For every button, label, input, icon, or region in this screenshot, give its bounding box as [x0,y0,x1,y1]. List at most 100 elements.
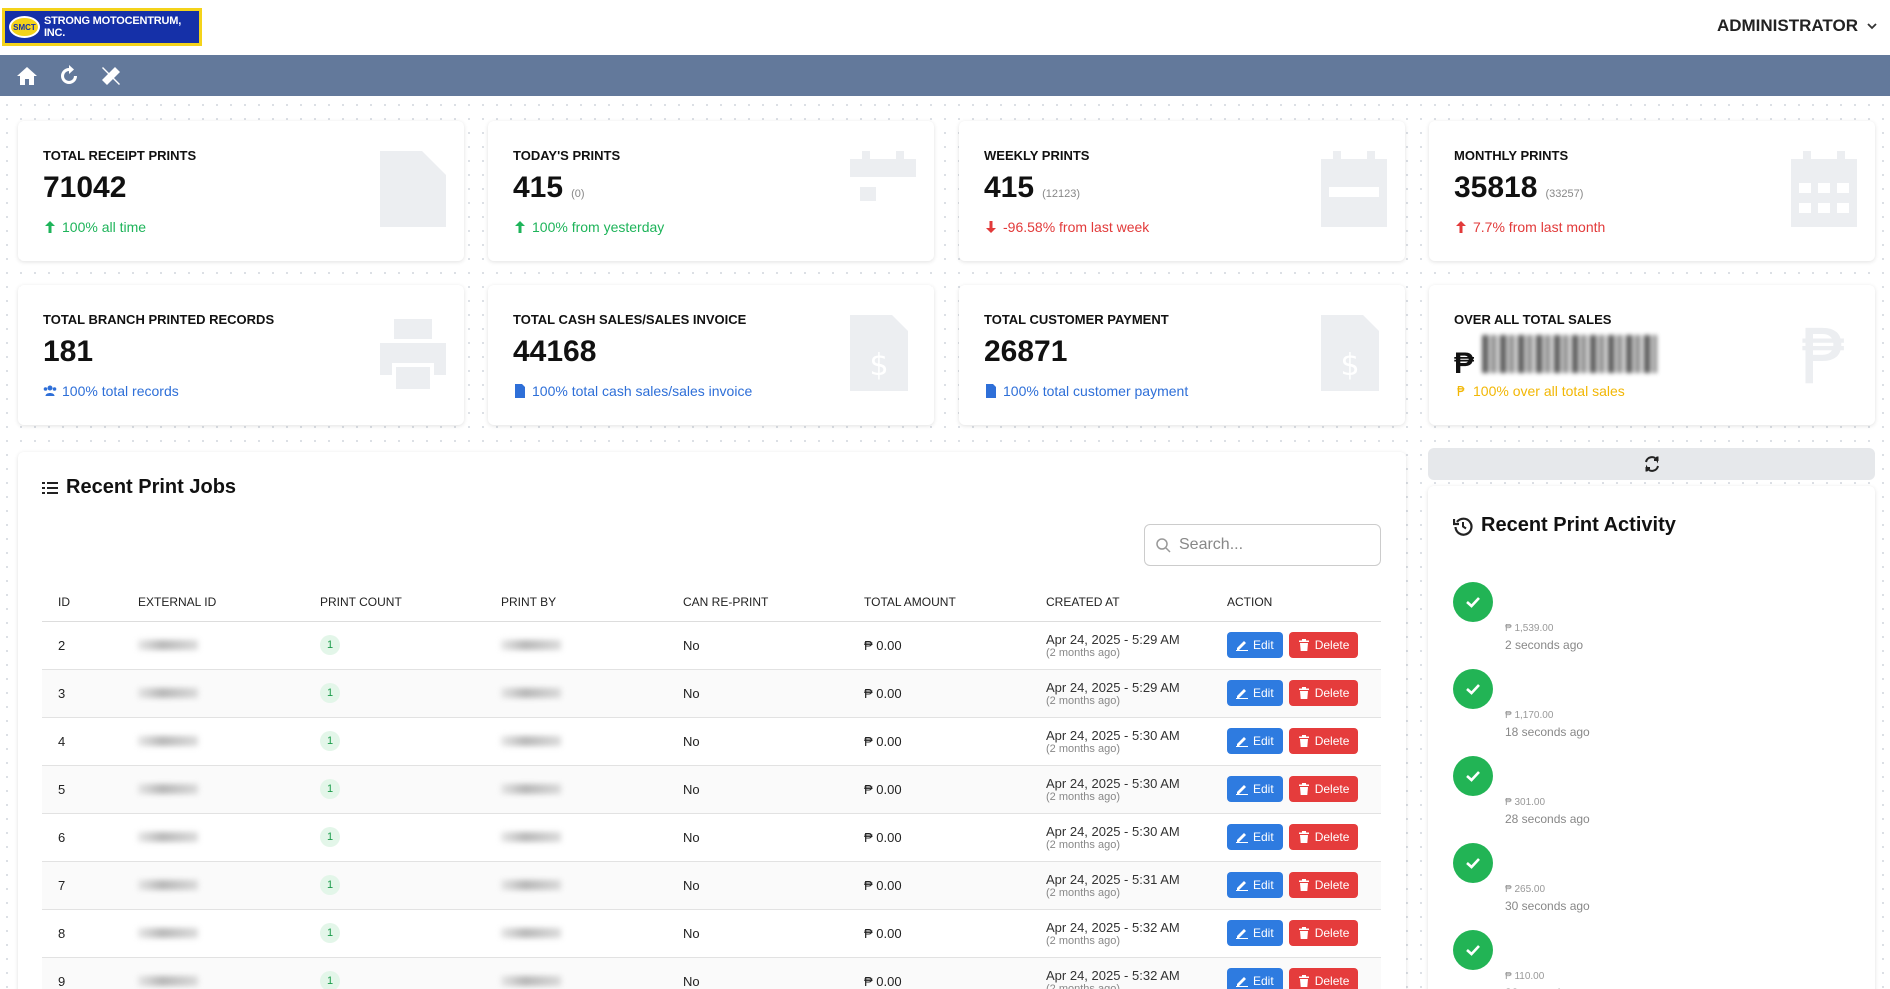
company-logo[interactable]: SMCT STRONG MOTOCENTRUM, INC. [2,8,202,46]
trash-icon [1298,975,1309,987]
check-icon [1453,669,1493,709]
delete-button[interactable]: Delete [1288,968,1359,989]
card-todays-prints: TODAY'S PRINTS 415 (0) 100% from yesterda… [488,121,934,261]
cell-action: Edit Delete [1211,765,1381,814]
table-row[interactable]: 4 1 No ₱ 0.00 Apr 24, 2025 - 5:30 AM (2 … [42,717,1381,766]
cell-id: 9 [42,957,122,989]
panel-title: Recent Print Jobs [42,476,236,499]
trash-icon [1298,735,1309,747]
card-title: TOTAL BRANCH PRINTED RECORDS [43,312,275,327]
home-button[interactable] [14,63,40,89]
cell-total-amount: ₱ 0.00 [848,957,1030,989]
edit-button[interactable]: Edit [1227,776,1283,802]
delete-button[interactable]: Delete [1288,872,1359,898]
cell-id: 2 [42,621,122,670]
cell-print-by [485,765,667,814]
activity-title: Recent Print Activity [1453,514,1676,537]
cell-print-by [485,909,667,958]
edit-button[interactable]: Edit [1227,680,1283,706]
created-ago: (2 months ago) [1046,838,1120,851]
col-can-reprint[interactable]: CAN RE-PRINT [667,583,848,622]
cell-external-id [122,861,304,910]
cell-print-count: 1 [304,669,485,718]
edit-button[interactable]: Edit [1227,824,1283,850]
arrow-up-icon [1456,221,1466,233]
edit-button[interactable]: Edit [1227,728,1283,754]
redacted-external-id [138,639,198,650]
table-header-row: ID EXTERNAL ID PRINT COUNT PRINT BY CAN … [42,583,1381,622]
table-row[interactable]: 7 1 No ₱ 0.00 Apr 24, 2025 - 5:31 AM (2 … [42,861,1381,910]
activity-time: 30 seconds ago [1505,899,1590,913]
cell-total-amount: ₱ 0.00 [848,669,1030,718]
created-ago: (2 months ago) [1046,982,1120,989]
cell-id: 8 [42,909,122,958]
table-row[interactable]: 6 1 No ₱ 0.00 Apr 24, 2025 - 5:30 AM (2 … [42,813,1381,862]
cell-action: Edit Delete [1211,717,1381,766]
card-value: 44168 [513,335,597,368]
edit-button[interactable]: Edit [1227,632,1283,658]
card-value-wrap: 26871 [984,335,1067,369]
cell-total-amount: ₱ 0.00 [848,765,1030,814]
activity-item[interactable]: ₱ 265.00 30 seconds ago [1453,843,1853,923]
cell-action: Edit Delete [1211,621,1381,670]
tools-button[interactable] [98,63,124,89]
card-title: TOTAL CASH SALES/SALES INVOICE [513,312,747,327]
activity-item[interactable]: ₱ 1,170.00 18 seconds ago [1453,669,1853,749]
card-trend: ₱ 100% over all total sales [1454,383,1625,399]
card-trend-text: 100% total cash sales/sales invoice [532,383,753,399]
refresh-icon [61,64,77,84]
table-row[interactable]: 8 1 No ₱ 0.00 Apr 24, 2025 - 5:32 AM (2 … [42,909,1381,958]
delete-button[interactable]: Delete [1288,776,1359,802]
col-print-count[interactable]: PRINT COUNT [304,583,485,622]
table-row[interactable]: 2 1 No ₱ 0.00 Apr 24, 2025 - 5:29 AM (2 … [42,621,1381,670]
print-count-badge: 1 [320,683,340,703]
card-value: 35818 [1454,171,1538,204]
activity-amount: ₱ 1,539.00 [1505,623,1554,634]
col-created-at[interactable]: CREATED AT [1030,583,1211,622]
col-total-amount[interactable]: TOTAL AMOUNT [848,583,1030,622]
table-row[interactable]: 5 1 No ₱ 0.00 Apr 24, 2025 - 5:30 AM (2 … [42,765,1381,814]
search-box[interactable] [1144,524,1381,566]
created-date: Apr 24, 2025 - 5:30 AM [1046,775,1180,791]
activity-refresh-button[interactable] [1428,448,1875,480]
delete-button[interactable]: Delete [1288,680,1359,706]
cell-print-by [485,861,667,910]
calendar-icon [850,151,916,227]
card-trend-text: 100% total records [62,383,179,399]
user-menu[interactable]: ADMINISTRATOR [1717,16,1878,36]
col-external-id[interactable]: EXTERNAL ID [122,583,304,622]
top-bar: SMCT STRONG MOTOCENTRUM, INC. ADMINISTRA… [0,0,1890,55]
edit-button[interactable]: Edit [1227,968,1283,989]
col-print-by[interactable]: PRINT BY [485,583,667,622]
activity-item[interactable]: ₱ 110.00 30 seconds ago [1453,930,1853,989]
activity-item[interactable]: ₱ 301.00 28 seconds ago [1453,756,1853,836]
edit-label: Edit [1253,638,1274,652]
card-value: 415 [984,171,1035,204]
cell-can-reprint: No [667,669,848,718]
arrow-up-icon [45,221,55,233]
delete-button[interactable]: Delete [1288,920,1359,946]
card-sub: (0) [571,188,585,200]
edit-button[interactable]: Edit [1227,920,1283,946]
user-name: ADMINISTRATOR [1716,16,1858,35]
card-total-cash-sales: TOTAL CASH SALES/SALES INVOICE 44168 100… [488,285,934,425]
edit-icon [1236,689,1248,699]
cell-print-count: 1 [304,765,485,814]
table-row[interactable]: 3 1 No ₱ 0.00 Apr 24, 2025 - 5:29 AM (2 … [42,669,1381,718]
delete-button[interactable]: Delete [1288,728,1359,754]
table-row[interactable]: 9 1 No ₱ 0.00 Apr 24, 2025 - 5:32 AM (2 … [42,957,1381,989]
cell-print-by [485,621,667,670]
edit-button[interactable]: Edit [1227,872,1283,898]
redacted-value [1482,335,1658,373]
refresh-button[interactable] [56,63,82,89]
activity-item[interactable]: ₱ 1,539.00 2 seconds ago [1453,582,1853,662]
cell-external-id [122,717,304,766]
redacted-external-id [138,879,198,890]
delete-button[interactable]: Delete [1288,824,1359,850]
activity-amount: ₱ 1,170.00 [1505,710,1554,721]
search-input[interactable] [1179,536,1369,554]
cell-total-amount: ₱ 0.00 [848,717,1030,766]
delete-label: Delete [1314,830,1350,844]
delete-button[interactable]: Delete [1288,632,1359,658]
col-id[interactable]: ID [42,583,122,622]
